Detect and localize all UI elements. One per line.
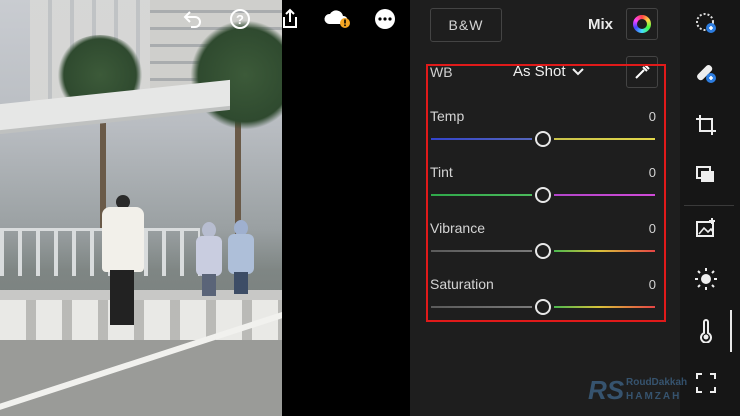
color-mix-button[interactable] [626,8,658,40]
crop-icon[interactable] [693,112,719,138]
palm-tree [190,20,282,130]
photo-add-icon[interactable] [693,215,719,241]
rail-divider [684,205,734,206]
color-icon[interactable] [693,318,719,344]
photo-preview[interactable] [0,0,282,416]
presets-icon[interactable] [693,10,719,36]
active-tool-indicator [730,310,732,352]
cloud-sync-alert-icon[interactable] [323,8,351,30]
watermark-line2: HAMZAH [626,391,682,402]
light-icon[interactable] [693,266,719,292]
fence [0,228,200,276]
svg-text:?: ? [236,12,244,27]
watermark-logo: RS [588,375,625,405]
help-icon[interactable]: ? [229,8,251,30]
effects-icon[interactable] [693,370,719,396]
more-icon[interactable] [374,8,396,30]
watermark-line1: RoudDakkah [626,377,688,388]
bw-button[interactable]: B&W [430,8,502,42]
road [0,340,282,416]
image-letterbox [282,0,410,416]
mix-label: Mix [588,16,614,33]
undo-icon[interactable] [182,8,204,30]
share-icon[interactable] [279,8,301,30]
healing-icon[interactable] [693,60,719,86]
highlight-box [426,64,666,322]
color-wheel-icon [633,15,651,33]
versions-icon[interactable] [693,162,719,188]
